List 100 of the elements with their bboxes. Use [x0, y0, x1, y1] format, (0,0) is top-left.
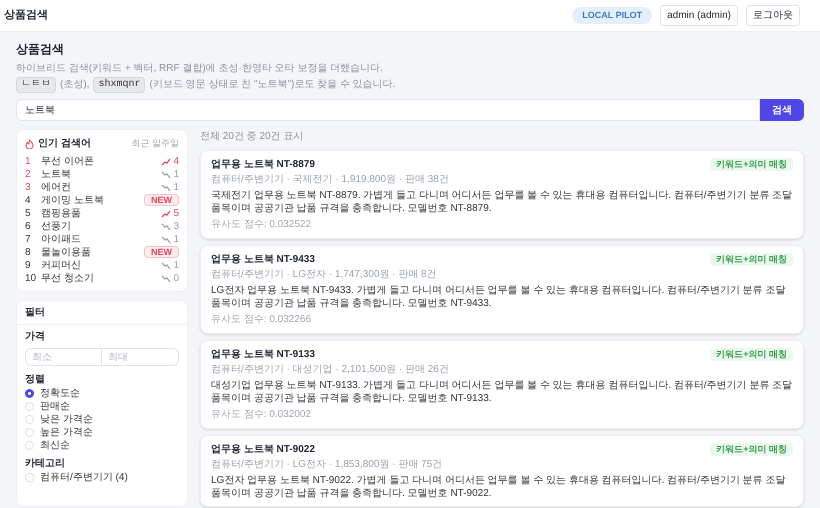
rank-number: 9	[25, 259, 32, 273]
sort-option-label: 정확도순	[40, 387, 80, 401]
product-description: LG전자 업무용 노트북 NT-9022. 가볍게 들고 다니며 어디서든 업무를 볼 수 있는 휴대용 컴퓨터입니다. 컴퓨터/주변기기 분류 조달 품목이며 공공기관 납품 규격을 충족합니다. 모델번호 NT-9022.	[211, 474, 786, 500]
keyboard-hint: shxmqnr	[93, 77, 146, 93]
popular-searches-title: 인기 검색어	[38, 137, 91, 151]
hint-text: (초성),	[60, 78, 90, 92]
flame-icon	[25, 138, 34, 148]
trend-down-icon	[161, 222, 172, 230]
popular-search-item[interactable]: 2 노트북 1	[25, 168, 179, 181]
popular-search-item[interactable]: 3 에어컨 1	[25, 181, 179, 194]
product-description: 대성기업 업무용 노트북 NT-9133. 가볍게 들고 다니며 어디서든 업무를 볼 수 있는 휴대용 컴퓨터입니다. 컴퓨터/주변기기 분류 조달 품목이며 공공기관 납품 규격을 충족합니다. 모델번호 NT-9133.	[211, 379, 793, 405]
match-badge: 키워드+의미 매칭	[710, 442, 793, 456]
search-term: 선풍기	[41, 220, 71, 234]
page-description: 하이브리드 검색(키워드 + 벡터, RRF 결합)에 초성·한영타 오타 보정을 더했습니다.	[16, 62, 384, 75]
result-card[interactable]: 업무용 노트북 NT-9433 키워드+의미 매칭 컴퓨터/주변기기 · LG전자 · 1,747,300원 · 판매 8건 LG전자 업무용 노트북 NT-9433. 가볍게 들고 다니며 어디서든 업무를 볼 수 있는 휴대용 컴퓨터입니다. 컴퓨터/주변기기 분류 조달 품목이며 공공기관 납품 규격을 충족합니다. 모델번호 NT-9433. 유사도 점수: 0.032266	[200, 245, 804, 334]
trend-down-icon	[161, 170, 172, 178]
popular-search-item[interactable]: 9 커피머신 1	[25, 259, 179, 272]
search-term: 물놀이용품	[41, 246, 91, 260]
rank-number: 1	[25, 155, 32, 169]
product-title: 업무용 노트북 NT-9433	[211, 253, 315, 267]
popular-search-item[interactable]: 6 선풍기 3	[25, 220, 179, 233]
result-card[interactable]: 업무용 노트북 NT-9022 키워드+의미 매칭 컴퓨터/주변기기 · LG전자 · 1,853,800원 · 판매 75건 LG전자 업무용 노트북 NT-9022. 가볍게 들고 다니며 어디서든 업무를 볼 수 있는 휴대용 컴퓨터입니다. 컴퓨터/주변기기 분류 조달 품목이며 공공기관 납품 규격을 충족합니다. 모델번호 NT-9022.	[200, 435, 804, 507]
period-label: 최근 일주일	[131, 136, 179, 150]
filter-title: 필터	[17, 301, 187, 325]
rank-number: 10	[25, 272, 38, 286]
sort-option-label: 최신순	[40, 439, 70, 453]
popular-search-item[interactable]: 1 무선 이어폰 4	[25, 155, 179, 168]
search-term: 아이패드	[41, 233, 81, 247]
environment-badge: LOCAL PILOT	[572, 6, 652, 24]
category-option-label: 컴퓨터/주변기기 (4)	[40, 471, 128, 485]
sort-option-label: 높은 가격순	[40, 426, 93, 440]
sort-label: 정렬	[25, 373, 46, 387]
trend-change: 0	[173, 272, 179, 286]
popular-search-item[interactable]: 7 아이패드 1	[25, 233, 179, 246]
product-title: 업무용 노트북 NT-9022	[211, 443, 315, 457]
product-description: 국제전기 업무용 노트북 NT-8879. 가볍게 들고 다니며 어디서든 업무를 볼 수 있는 휴대용 컴퓨터입니다. 컴퓨터/주변기기 분류 조달 품목이며 공공기관 납품 규격을 충족합니다. 모델번호 NT-8879.	[211, 189, 793, 215]
page-title: 상품검색	[16, 41, 65, 58]
category-label: 카테고리	[25, 457, 66, 471]
new-badge: NEW	[144, 194, 179, 206]
product-title: 업무용 노트북 NT-8879	[211, 158, 315, 172]
keyboard-hint: ㄴㅌㅂ	[16, 77, 56, 93]
similarity-score: 유사도 점수: 0.032002	[211, 408, 312, 422]
product-meta: 컴퓨터/주변기기 · 대성기업 · 2,101,500원 · 판매 26건	[211, 363, 450, 377]
app-title: 상품검색	[4, 8, 48, 24]
trend-change: 1	[173, 259, 179, 273]
trend-down-icon	[161, 184, 172, 192]
match-badge: 키워드+의미 매칭	[710, 252, 793, 266]
product-meta: 컴퓨터/주변기기 · 국제전기 · 1,919,800원 · 판매 38건	[211, 173, 450, 187]
search-term: 커피머신	[41, 259, 81, 273]
similarity-score: 유사도 점수: 0.032522	[211, 218, 312, 232]
rank-number: 5	[25, 207, 32, 221]
search-term: 무선 청소기	[41, 272, 94, 286]
result-count: 전체 20건 중 20건 표시	[200, 130, 304, 144]
trend-up-icon	[161, 210, 172, 218]
new-badge: NEW	[144, 246, 179, 258]
popular-search-item[interactable]: 5 캠핑용품 5	[25, 207, 179, 220]
rank-number: 2	[25, 168, 32, 182]
trend-down-icon	[161, 262, 172, 270]
logout-button[interactable]: 로그아웃	[746, 5, 800, 26]
match-badge: 키워드+의미 매칭	[710, 158, 793, 172]
match-badge: 키워드+의미 매칭	[710, 348, 793, 362]
checkbox[interactable]	[25, 473, 34, 482]
rank-number: 3	[25, 181, 32, 195]
popular-search-item[interactable]: 8 물놀이용품 NEW	[25, 246, 179, 259]
trend-down-icon	[161, 236, 172, 244]
search-term: 노트북	[41, 168, 71, 182]
search-term: 캠핑용품	[41, 207, 81, 221]
search-term: 게이밍 노트북	[41, 194, 104, 208]
sort-option-label: 낮은 가격순	[40, 413, 93, 427]
trend-change: 1	[173, 181, 179, 195]
product-description: LG전자 업무용 노트북 NT-9433. 가볍게 들고 다니며 어디서든 업무를 볼 수 있는 휴대용 컴퓨터입니다. 컴퓨터/주변기기 분류 조달 품목이며 공공기관 납품 규격을 충족합니다. 모델번호 NT-9433.	[211, 284, 786, 310]
trend-up-icon	[161, 158, 172, 166]
search-button[interactable]: 검색	[760, 99, 804, 121]
rank-number: 7	[25, 233, 32, 247]
rank-number: 6	[25, 220, 32, 234]
trend-change: 1	[173, 233, 179, 247]
popular-search-item[interactable]: 4 게이밍 노트북 NEW	[25, 194, 179, 207]
trend-change: 5	[173, 207, 179, 221]
trend-change: 1	[173, 168, 179, 182]
result-card[interactable]: 업무용 노트북 NT-9133 키워드+의미 매칭 컴퓨터/주변기기 · 대성기업 · 2,101,500원 · 판매 26건 대성기업 업무용 노트북 NT-9133. 가볍게 들고 다니며 어디서든 업무를 볼 수 있는 휴대용 컴퓨터입니다. 컴퓨터/주변기기 분류 조달 품목이며 공공기관 납품 규격을 충족합니다. 모델번호 NT-9133. 유사도 점수: 0.032002	[200, 340, 804, 429]
trend-change: 4	[173, 155, 179, 169]
min-price-field[interactable]: 최소	[25, 348, 102, 366]
search-term: 에어컨	[41, 181, 71, 195]
search-field[interactable]: 노트북	[16, 99, 760, 121]
sort-option-label: 판매순	[40, 400, 70, 414]
price-label: 가격	[25, 330, 46, 344]
rank-number: 4	[25, 194, 32, 208]
rank-number: 8	[25, 246, 32, 260]
similarity-score: 유사도 점수: 0.032266	[211, 313, 312, 327]
product-title: 업무용 노트북 NT-9133	[211, 348, 315, 362]
product-meta: 컴퓨터/주변기기 · LG전자 · 1,747,300원 · 판매 8건	[211, 268, 438, 282]
product-meta: 컴퓨터/주변기기 · LG전자 · 1,853,800원 · 판매 75건	[211, 458, 444, 472]
max-price-field[interactable]: 최대	[102, 348, 179, 366]
trend-change: 3	[173, 220, 179, 234]
search-term: 무선 이어폰	[41, 155, 94, 169]
radio-button[interactable]	[25, 389, 34, 398]
hint-text: (키보드 영문 상태로 친 "노트북")로도 찾을 수 있습니다.	[149, 78, 396, 92]
result-card[interactable]: 업무용 노트북 NT-8879 키워드+의미 매칭 컴퓨터/주변기기 · 국제전기 · 1,919,800원 · 판매 38건 국제전기 업무용 노트북 NT-8879. 가볍게 들고 다니며 어디서든 업무를 볼 수 있는 휴대용 컴퓨터입니다. 컴퓨터/주변기기 분류 조달 품목이며 공공기관 납품 규격을 충족합니다. 모델번호 NT-8879. 유사도 점수: 0.032522	[200, 150, 804, 239]
popular-search-item[interactable]: 10 무선 청소기 0	[25, 272, 179, 285]
trend-down-icon	[161, 274, 172, 282]
